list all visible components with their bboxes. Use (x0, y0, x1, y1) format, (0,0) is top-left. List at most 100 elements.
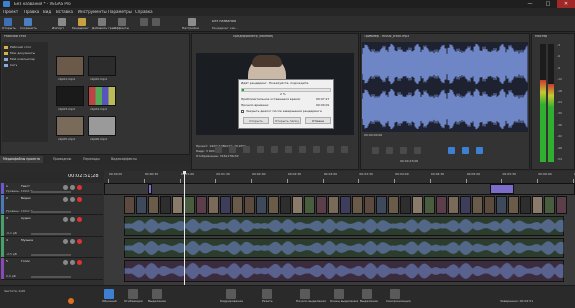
trimmer-pause-button[interactable] (400, 147, 407, 154)
effects-icon[interactable] (118, 18, 126, 26)
mute-icon[interactable] (63, 239, 68, 244)
media-thumbnail[interactable] (56, 116, 84, 136)
tab-project-media[interactable]: Медиафайлы проекта (0, 156, 44, 164)
normal-edit-tool-icon[interactable] (104, 289, 114, 299)
tree-item-documents[interactable]: Мои документы (10, 52, 35, 55)
settings-icon[interactable] (188, 18, 196, 26)
menu-tools[interactable]: Инструменты (78, 10, 107, 14)
menu-options[interactable]: Параметры (108, 10, 132, 14)
menu-project[interactable]: Проект (3, 10, 18, 14)
tree-item-network[interactable]: Сеть (10, 64, 17, 67)
play-button[interactable] (257, 146, 264, 153)
timeline-ruler[interactable]: 00:00:00 00:00:30 00:01:00 00:01:30 00:02:00… (104, 171, 575, 183)
playhead[interactable] (184, 171, 185, 285)
media-thumbnail[interactable] (88, 116, 116, 136)
tab-explorer[interactable]: Проводник (50, 156, 74, 163)
selection-icon[interactable] (362, 289, 372, 299)
stop-button[interactable] (285, 146, 292, 153)
trimmer-waveform-area[interactable] (361, 42, 528, 132)
track-name[interactable]: Музыка (21, 239, 33, 242)
track-volume-slider[interactable] (31, 276, 71, 278)
mute-icon[interactable] (63, 197, 68, 202)
menu-insert[interactable]: Вставка (56, 10, 73, 14)
record-arm-icon[interactable] (77, 260, 82, 265)
close-button[interactable]: ✕ (557, 0, 575, 8)
track-area[interactable] (104, 183, 575, 285)
playhead-handle[interactable] (183, 171, 186, 174)
import-icon[interactable] (58, 18, 66, 26)
menu-edit[interactable]: Правка (24, 10, 39, 14)
menu-help[interactable]: Справка (135, 10, 153, 14)
track-header[interactable]: 1 Текст Уровень: 100,0 % (1, 183, 103, 195)
redo-icon[interactable] (152, 18, 160, 26)
solo-icon[interactable] (70, 185, 75, 190)
project-name: Без названия (212, 20, 236, 23)
media-thumbnail[interactable] (56, 86, 84, 106)
next-frame-button[interactable] (341, 146, 348, 153)
loop-button[interactable] (229, 146, 236, 153)
record-button[interactable] (215, 146, 222, 153)
tree-item-desktop[interactable]: Рабочий стол (10, 46, 31, 49)
go-to-start-button[interactable] (299, 146, 306, 153)
add-to-timeline-button[interactable] (448, 147, 455, 154)
minimize-button[interactable]: — (521, 0, 539, 8)
mute-icon[interactable] (63, 185, 68, 190)
sync-icon[interactable] (390, 289, 400, 299)
play-from-start-button[interactable] (243, 146, 250, 153)
record-arm-icon[interactable] (77, 197, 82, 202)
open-icon[interactable] (4, 18, 12, 26)
solo-icon[interactable] (70, 260, 75, 265)
track-name[interactable]: Голос (21, 260, 30, 263)
track-header[interactable]: 5 Голос 0,0 дБ (1, 258, 103, 280)
solo-icon[interactable] (70, 197, 75, 202)
media-thumbnail[interactable] (88, 56, 116, 76)
save-icon[interactable] (24, 18, 32, 26)
track-name[interactable]: Видео (21, 197, 31, 200)
trimmer-loop-button[interactable] (372, 147, 379, 154)
solo-icon[interactable] (70, 217, 75, 222)
record-arm-icon[interactable] (77, 239, 82, 244)
selection-start-icon[interactable] (300, 289, 310, 299)
add-track-icon[interactable] (98, 18, 106, 26)
add-to-timeline-before-button[interactable] (476, 147, 483, 154)
media-thumbnail[interactable] (56, 56, 84, 76)
maximize-button[interactable]: □ (539, 0, 557, 8)
mute-icon[interactable] (63, 217, 68, 222)
undo-icon[interactable] (140, 18, 148, 26)
selection-tool-icon[interactable] (152, 289, 162, 299)
solo-icon[interactable] (70, 239, 75, 244)
media-thumbnail[interactable] (88, 86, 116, 106)
track-volume-slider[interactable] (31, 211, 71, 213)
add-to-timeline-after-button[interactable] (462, 147, 469, 154)
track-volume-slider[interactable] (31, 254, 71, 256)
record-arm-icon[interactable] (77, 185, 82, 190)
crop-icon[interactable] (226, 289, 236, 299)
tree-item-computer[interactable]: Мой компьютер (10, 58, 35, 61)
trimmer-play-button[interactable] (386, 147, 393, 154)
track-name[interactable]: Текст (21, 185, 30, 188)
render-icon[interactable] (78, 18, 86, 26)
pause-button[interactable] (271, 146, 278, 153)
track-header[interactable]: 2 Видео Уровень: 100,0 % (1, 195, 103, 215)
open-button[interactable]: Открыть (243, 117, 269, 124)
track-volume-slider[interactable] (31, 191, 71, 193)
cut-icon[interactable] (262, 289, 272, 299)
record-arm-icon[interactable] (77, 217, 82, 222)
open-folder-button[interactable]: Открыть папку (273, 117, 301, 124)
cancel-button[interactable]: Отмена (305, 117, 331, 124)
envelope-tool-icon[interactable] (128, 289, 138, 299)
mute-icon[interactable] (63, 260, 68, 265)
trimmer-stop-button[interactable] (414, 147, 421, 154)
go-to-end-button[interactable] (313, 146, 320, 153)
track-name[interactable]: Аудио (21, 217, 31, 220)
selection-end-icon[interactable] (334, 289, 344, 299)
track-header[interactable]: 3 Аудио -0,1 дБ (1, 215, 103, 237)
track-volume-slider[interactable] (31, 233, 71, 235)
prev-frame-button[interactable] (327, 146, 334, 153)
track-header[interactable]: 4 Музыка -2,5 дБ (1, 237, 103, 258)
tab-video-fx[interactable]: Видеоэффекты (108, 156, 140, 163)
menu-view[interactable]: Вид (43, 10, 51, 14)
bottom-toolbar (0, 285, 575, 308)
close-when-done-checkbox[interactable] (241, 110, 244, 113)
tab-transitions[interactable]: Переходы (80, 156, 103, 163)
